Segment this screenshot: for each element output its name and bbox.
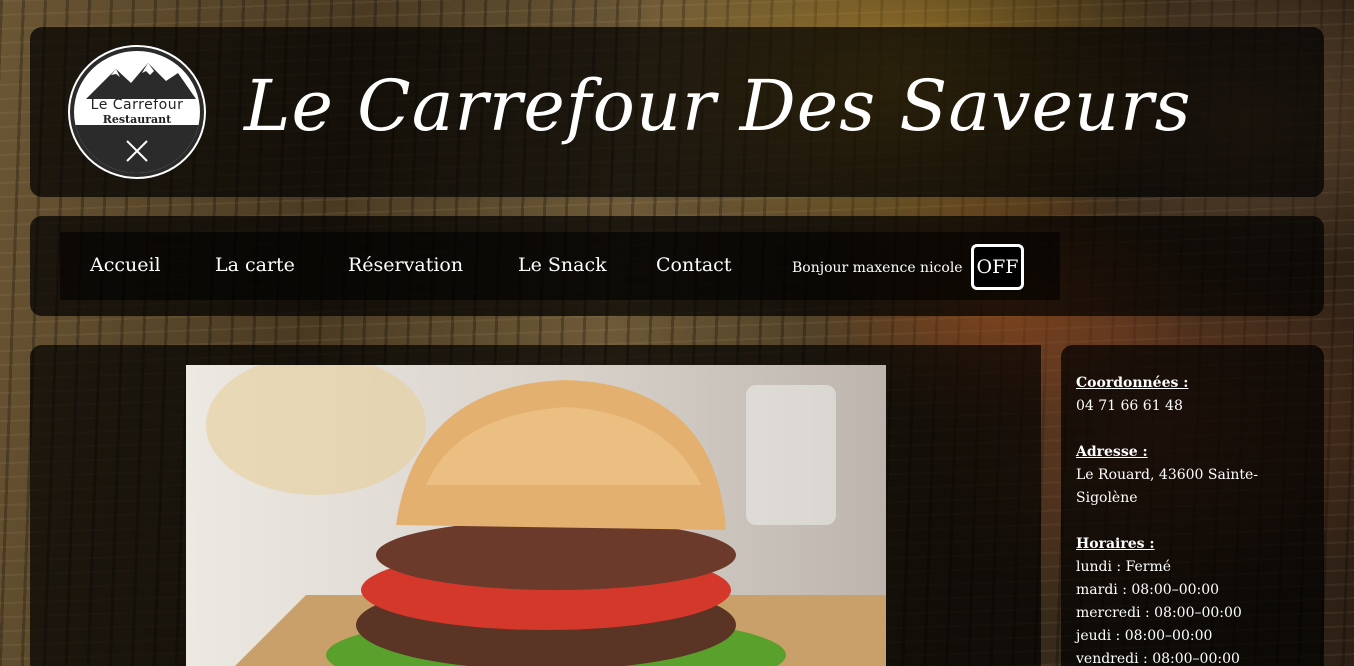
info-sidebar: Coordonnées : 04 71 66 61 48 Adresse : L… xyxy=(1061,345,1324,666)
logo-brand: Le Carrefour xyxy=(90,97,184,113)
user-greeting: Bonjour maxence nicole xyxy=(792,260,963,276)
hours-label: Horaires : xyxy=(1076,536,1155,552)
hours-row: vendredi : 08:00–00:00 xyxy=(1076,651,1240,666)
nav-item-le-snack[interactable]: Le Snack xyxy=(518,254,607,276)
address-text: Le Rouard, 43600 Sainte-Sigolène xyxy=(1076,467,1258,506)
hours-row: lundi : Fermé xyxy=(1076,559,1172,575)
hours-row: mercredi : 08:00–00:00 xyxy=(1076,605,1242,621)
mountain-icon xyxy=(86,63,196,99)
header-banner: Le Carrefour Restaurant Le Carrefour Des… xyxy=(30,27,1324,197)
logout-off-button[interactable]: OFF xyxy=(971,244,1024,290)
nav-item-accueil[interactable]: Accueil xyxy=(90,254,161,276)
nav-item-contact[interactable]: Contact xyxy=(656,254,731,276)
nav-item-reservation[interactable]: Réservation xyxy=(348,254,463,276)
coords-label: Coordonnées : xyxy=(1076,375,1189,391)
logo-text: Le Carrefour Restaurant xyxy=(80,95,194,129)
nav-item-la-carte[interactable]: La carte xyxy=(215,254,295,276)
burger-hero-image xyxy=(186,365,886,666)
restaurant-logo[interactable]: Le Carrefour Restaurant xyxy=(70,47,204,177)
navigation-panel: Accueil La carte Réservation Le Snack Co… xyxy=(30,216,1324,316)
site-title: Le Carrefour Des Saveurs xyxy=(244,65,1192,147)
burger-illustration xyxy=(206,365,886,666)
hours-row: jeudi : 08:00–00:00 xyxy=(1076,628,1213,644)
address-block: Adresse : Le Rouard, 43600 Sainte-Sigolè… xyxy=(1076,441,1309,510)
phone-number[interactable]: 04 71 66 61 48 xyxy=(1076,395,1309,418)
hours-block: Horaires : lundi : Fermé mardi : 08:00–0… xyxy=(1076,533,1309,666)
address-label: Adresse : xyxy=(1076,444,1148,460)
contact-block: Coordonnées : 04 71 66 61 48 xyxy=(1076,372,1309,418)
hours-row: mardi : 08:00–00:00 xyxy=(1076,582,1220,598)
crossed-utensils-icon xyxy=(126,140,148,162)
